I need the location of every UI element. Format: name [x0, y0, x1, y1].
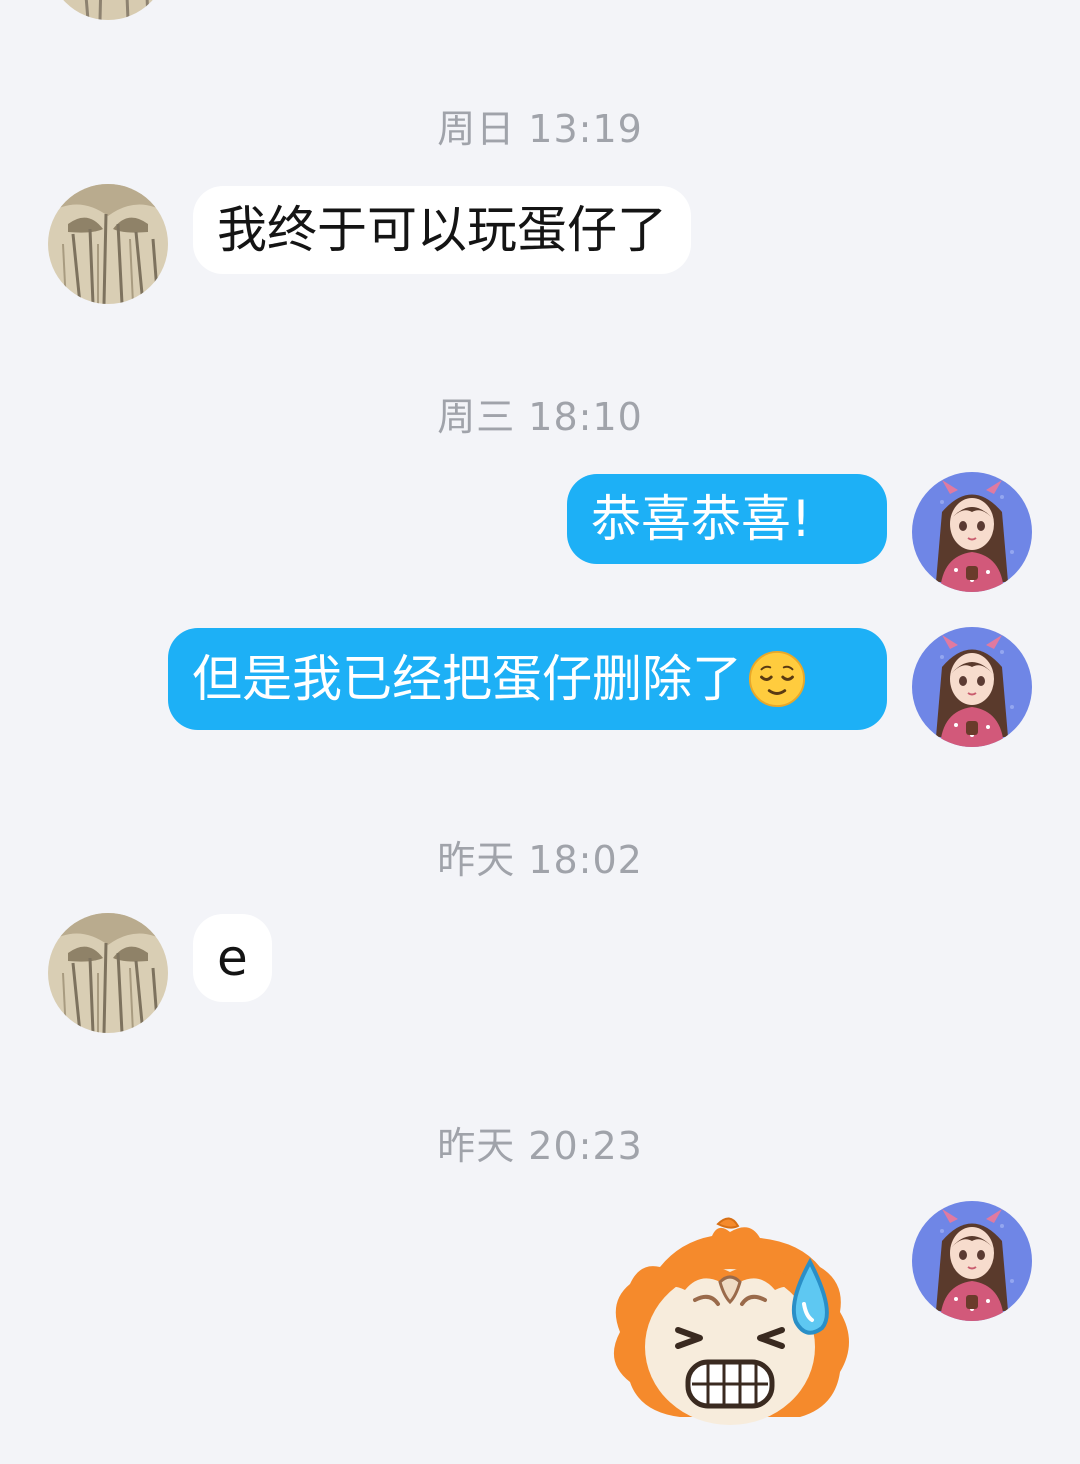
- message-bubble-outgoing[interactable]: 但是我已经把蛋仔删除了: [168, 628, 887, 730]
- my-avatar[interactable]: [912, 1201, 1032, 1321]
- contact-avatar[interactable]: [48, 184, 168, 304]
- timestamp: 周三 18:10: [437, 395, 643, 439]
- message-bubble-outgoing[interactable]: 恭喜恭喜!: [567, 474, 887, 564]
- contact-avatar[interactable]: [48, 0, 168, 20]
- timestamp: 昨天 18:02: [437, 838, 643, 882]
- message-bubble-incoming[interactable]: e: [193, 914, 272, 1002]
- my-avatar[interactable]: [912, 627, 1032, 747]
- message-text: e: [217, 929, 248, 987]
- my-avatar[interactable]: [912, 472, 1032, 592]
- message-text: 我终于可以玩蛋仔了: [217, 201, 667, 259]
- message-bubble-incoming[interactable]: 我终于可以玩蛋仔了: [193, 186, 691, 274]
- chat-message-list[interactable]: 周日 13:19 我终于可以玩蛋仔了 周三 18:10 恭喜恭喜! 但是我已经把…: [0, 0, 1080, 1464]
- message-text: 但是我已经把蛋仔删除了: [192, 650, 742, 708]
- sweating-gritted-teeth-sticker[interactable]: [600, 1212, 860, 1452]
- timestamp: 昨天 20:23: [437, 1124, 643, 1168]
- contact-avatar[interactable]: [48, 913, 168, 1033]
- message-text: 恭喜恭喜!: [591, 490, 812, 548]
- relieved-face-emoji: [748, 650, 806, 708]
- timestamp: 周日 13:19: [437, 107, 643, 151]
